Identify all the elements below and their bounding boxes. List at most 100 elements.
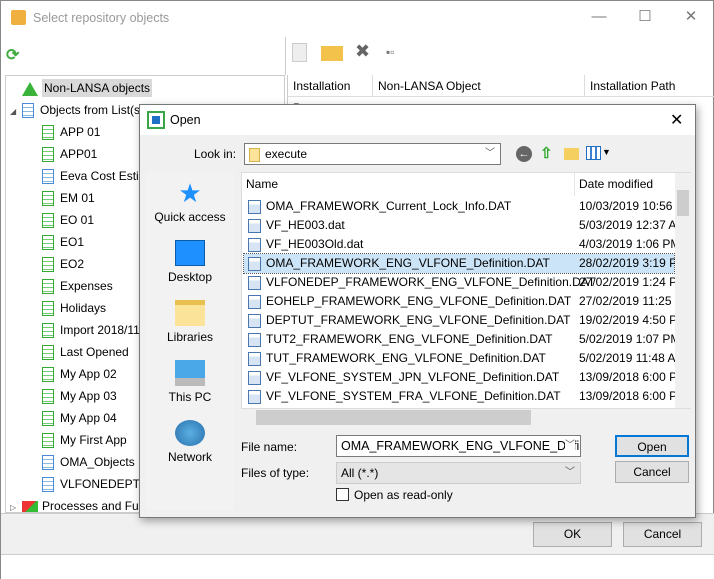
- place-desktop[interactable]: Desktop: [146, 240, 234, 284]
- blue-list-icon: [42, 477, 54, 493]
- expand-icon[interactable]: ▷: [10, 498, 22, 512]
- green-list-icon: [42, 389, 54, 405]
- tree-item[interactable]: EO1: [42, 232, 84, 252]
- new-folder-icon[interactable]: [321, 46, 343, 61]
- name-column-header[interactable]: Name: [242, 173, 575, 196]
- place-this-pc[interactable]: This PC: [146, 360, 234, 404]
- file-date: 4/03/2019 1:06 PM: [579, 237, 681, 251]
- read-only-label[interactable]: Open as read-only: [354, 488, 453, 502]
- dialog-cancel-button[interactable]: Cancel: [615, 461, 689, 483]
- look-in-dropdown[interactable]: execute ﹀: [244, 143, 501, 165]
- quick-access-icon: ★: [178, 178, 202, 208]
- place-network[interactable]: Network: [146, 420, 234, 464]
- file-name-input[interactable]: OMA_FRAMEWORK_ENG_VLFONE_Definitio ﹀: [336, 435, 581, 457]
- caret-down-icon[interactable]: ▼: [602, 147, 611, 157]
- column-header[interactable]: Installation Path: [585, 75, 714, 97]
- green-list-icon: [42, 125, 54, 141]
- hierarchy-icon[interactable]: ▪▫: [386, 45, 395, 59]
- open-dialog: Open ✕ Look in: execute ﹀ ← ⇧ ▼ ★ Quick a…: [139, 104, 696, 518]
- new-file-icon[interactable]: [292, 43, 307, 62]
- horizontal-scrollbar[interactable]: [241, 409, 691, 426]
- tree-item[interactable]: APP01: [42, 144, 97, 164]
- tree-item[interactable]: Non-LANSA objects: [10, 78, 153, 98]
- tree-item[interactable]: ▷ Processes and Funct: [10, 496, 155, 512]
- file-row[interactable]: VF_HE003.dat 5/03/2019 12:37 AM: [244, 216, 686, 235]
- dialog-close-button[interactable]: ✕: [670, 110, 683, 130]
- tree-item[interactable]: My App 03: [42, 386, 117, 406]
- file-name: VF_HE003Old.dat: [266, 237, 364, 251]
- file-row[interactable]: VF_VLFONE_SYSTEM_JPN_VLFONE_Definition.D…: [244, 368, 687, 387]
- chevron-down-icon: ﹀: [565, 467, 575, 478]
- file-row[interactable]: OMA_FRAMEWORK_Current_Lock_Info.DAT 10/03…: [244, 197, 686, 216]
- up-folder-icon[interactable]: ⇧: [540, 144, 553, 162]
- place-libraries[interactable]: Libraries: [146, 300, 234, 344]
- place-quick-access[interactable]: ★ Quick access: [146, 180, 234, 224]
- scrollbar-thumb[interactable]: [256, 410, 531, 425]
- file-row[interactable]: OMA_FRAMEWORK_ENG_VLFONE_Definition.DAT 2…: [243, 253, 687, 274]
- green-list-icon: [42, 257, 54, 273]
- file-name: TUT_FRAMEWORK_ENG_VLFONE_Definition.DAT: [266, 351, 546, 365]
- blue-list-icon: [42, 455, 54, 471]
- tree-item[interactable]: Last Opened: [42, 342, 129, 362]
- green-list-icon: [42, 235, 54, 251]
- tree-item[interactable]: EM 01: [42, 188, 95, 208]
- file-row[interactable]: TUT_FRAMEWORK_ENG_VLFONE_Definition.DAT 5…: [244, 349, 686, 368]
- dialog-title: Open: [170, 113, 201, 127]
- ok-button[interactable]: OK: [533, 522, 612, 547]
- column-header[interactable]: Non-LANSA Object: [373, 75, 585, 97]
- tree-item[interactable]: My App 02: [42, 364, 117, 384]
- dat-file-icon: [248, 351, 261, 366]
- file-row[interactable]: EOHELP_FRAMEWORK_ENG_VLFONE_Definition.D…: [244, 292, 685, 311]
- file-date: 13/09/2018 6:00 PM: [579, 389, 688, 403]
- green-list-icon: [42, 191, 54, 207]
- vertical-scrollbar[interactable]: [675, 173, 691, 408]
- file-list[interactable]: Name Date modified OMA_FRAMEWORK_Current…: [241, 172, 691, 409]
- tree-item-label: My App 03: [60, 389, 117, 403]
- tree-item[interactable]: Holidays: [42, 298, 106, 318]
- chevron-down-icon[interactable]: ﹀: [565, 436, 575, 456]
- status-bar: [1, 554, 714, 579]
- desktop-icon: [175, 240, 205, 266]
- file-name-label: File name:: [241, 440, 298, 454]
- view-menu-icon[interactable]: [586, 146, 601, 160]
- date-column-header[interactable]: Date modified: [575, 173, 675, 196]
- file-row[interactable]: VLFONEDEP_FRAMEWORK_ENG_VLFONE_Definitio…: [244, 273, 687, 292]
- file-row[interactable]: TUT2_FRAMEWORK_ENG_VLFONE_Definition.DAT…: [244, 330, 680, 349]
- file-name: TUT2_FRAMEWORK_ENG_VLFONE_Definition.DAT: [266, 332, 553, 346]
- tree-item-label: EM 01: [60, 191, 95, 205]
- refresh-icon[interactable]: ⟳: [6, 45, 19, 65]
- tree-item[interactable]: My App 04: [42, 408, 117, 428]
- tree-item[interactable]: Expenses: [42, 276, 113, 296]
- read-only-checkbox[interactable]: [336, 488, 349, 501]
- tree-item[interactable]: OMA_Objects: [42, 452, 135, 472]
- place-label: Desktop: [167, 270, 213, 284]
- maximize-button[interactable]: ☐: [625, 5, 665, 29]
- collapse-icon[interactable]: ◢: [10, 102, 22, 122]
- green-list-icon: [42, 433, 54, 449]
- file-row[interactable]: DEPTUT_FRAMEWORK_ENG_VLFONE_Definition.D…: [244, 311, 687, 330]
- this-pc-icon: [175, 360, 205, 386]
- file-name: DEPTUT_FRAMEWORK_ENG_VLFONE_Definition.D…: [266, 313, 571, 327]
- scrollbar-thumb[interactable]: [677, 190, 689, 216]
- folder-icon: [249, 147, 260, 162]
- tree-item-label: Non-LANSA objects: [42, 79, 153, 97]
- tree-item[interactable]: EO2: [42, 254, 84, 274]
- open-button[interactable]: Open: [615, 435, 689, 457]
- new-folder-icon[interactable]: [564, 148, 579, 160]
- column-header[interactable]: Installation Pa...: [288, 75, 373, 115]
- cancel-button[interactable]: Cancel: [623, 522, 702, 547]
- files-of-type-dropdown[interactable]: All (*.*) ﹀: [336, 462, 581, 484]
- tree-item[interactable]: APP 01: [42, 122, 100, 142]
- tree-item[interactable]: EO 01: [42, 210, 94, 230]
- back-icon[interactable]: ←: [516, 146, 532, 162]
- dat-file-icon: [248, 218, 261, 233]
- delete-icon[interactable]: ✖: [355, 41, 370, 62]
- places-bar: ★ Quick access Desktop Libraries This PC Netw…: [146, 172, 234, 510]
- tree-item[interactable]: ◢ Objects from List(s): [10, 100, 144, 120]
- minimize-button[interactable]: —: [579, 5, 619, 29]
- file-row[interactable]: VF_VLFONE_SYSTEM_FRA_VLFONE_Definition.D…: [244, 387, 687, 406]
- file-row[interactable]: VF_HE003Old.dat 4/03/2019 1:06 PM: [244, 235, 680, 254]
- tree-item[interactable]: My First App: [42, 430, 127, 450]
- tree-item[interactable]: Import 2018/11/: [42, 320, 143, 340]
- close-button[interactable]: ✕: [671, 5, 711, 29]
